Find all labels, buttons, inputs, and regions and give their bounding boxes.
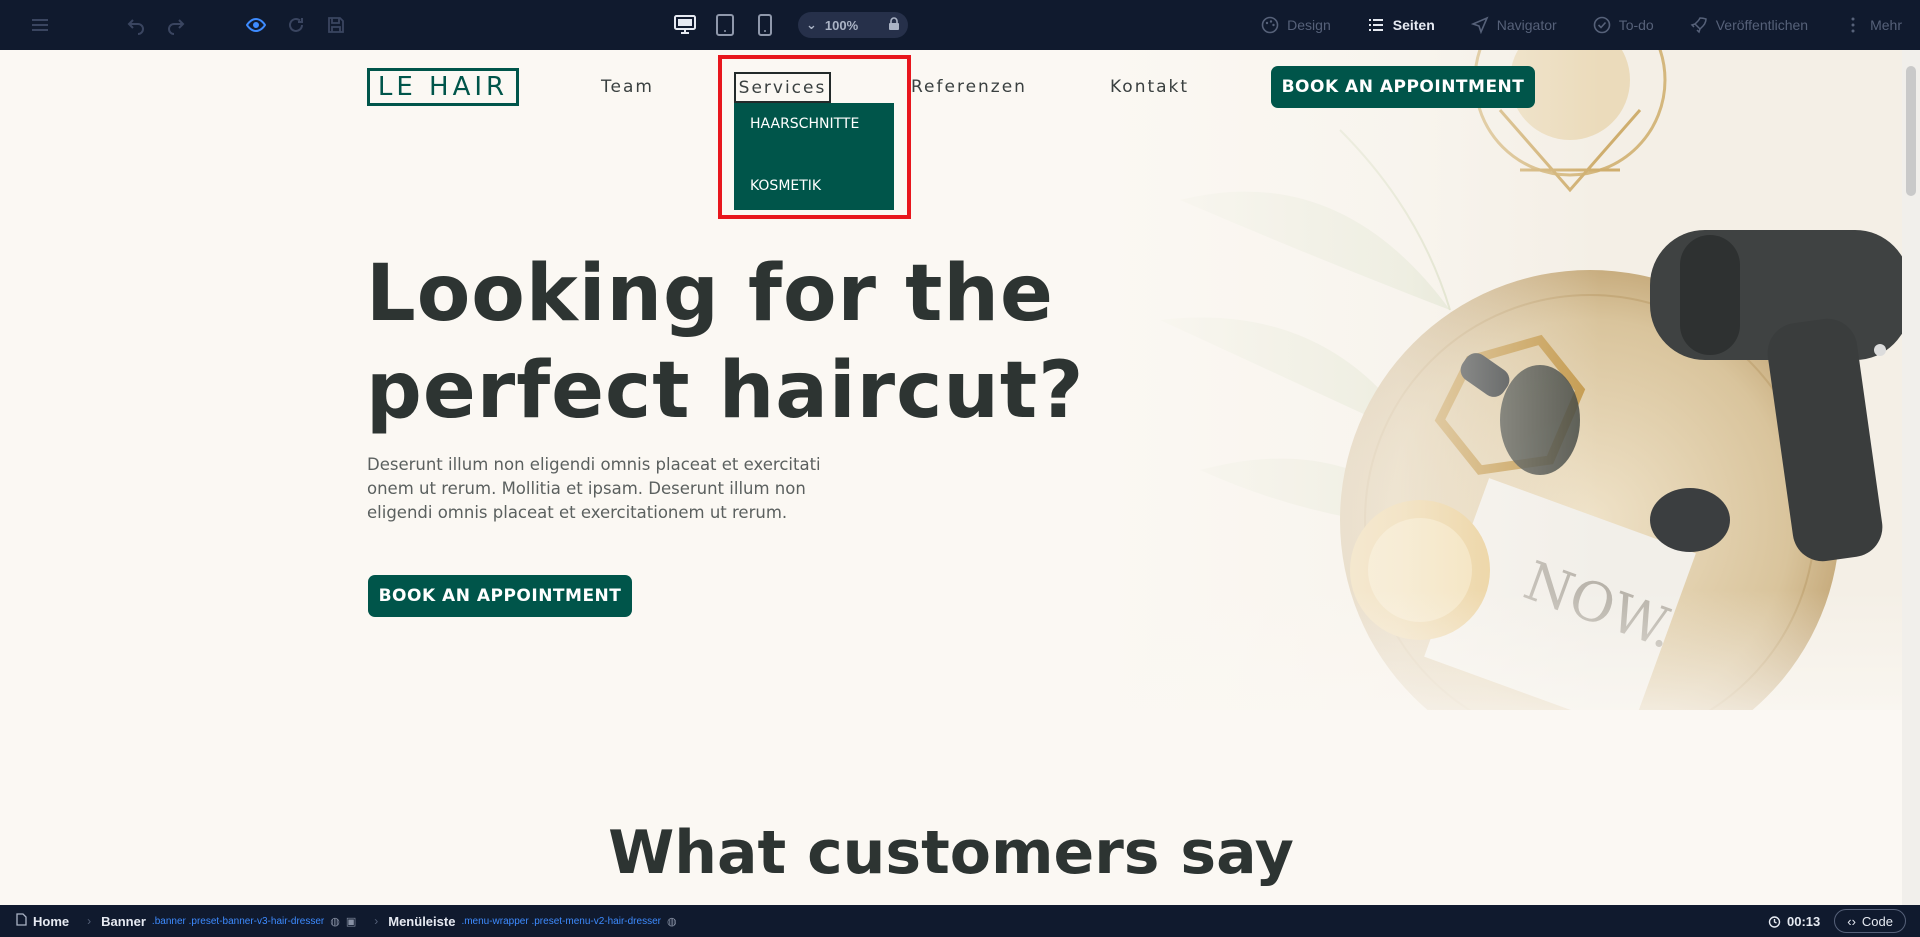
nav-referenzen[interactable]: Referenzen xyxy=(911,77,1027,97)
header-book-appointment-button[interactable]: BOOK AN APPOINTMENT xyxy=(1271,66,1535,108)
bottombar-right: 00:13 ‹› Code xyxy=(1768,909,1906,933)
testimonials-title: What customers say xyxy=(608,818,1294,888)
check-circle-icon xyxy=(1593,16,1610,34)
editor-app: ⌄ 100% Design Seiten Navigator To-do Ver… xyxy=(0,0,1920,937)
stopwatch-icon xyxy=(1768,915,1781,928)
device-switcher xyxy=(672,11,778,39)
mobile-view-icon[interactable] xyxy=(752,11,778,39)
style-icon[interactable]: ◍ xyxy=(330,915,340,928)
breadcrumb-banner-class: .banner .preset-banner-v3-hair-dresser xyxy=(151,915,325,927)
more-vertical-icon xyxy=(1851,17,1855,33)
tablet-view-icon[interactable] xyxy=(712,11,738,39)
code-icon: ‹› xyxy=(1847,913,1856,929)
hero-description: Deserunt illum non eligendi omnis placea… xyxy=(367,455,821,522)
site-logo[interactable]: LE HAIR xyxy=(367,68,519,106)
design-label: Design xyxy=(1287,17,1331,33)
page-icon xyxy=(16,913,27,929)
more-button[interactable]: Mehr xyxy=(1826,0,1920,50)
breadcrumb-home[interactable]: Home xyxy=(33,914,69,929)
hamburger-menu-icon[interactable] xyxy=(28,13,52,37)
chevron-right-icon: › xyxy=(87,914,92,928)
publish-label: Veröffentlichen xyxy=(1715,17,1809,33)
top-toolbar: ⌄ 100% Design Seiten Navigator To-do Ver… xyxy=(0,0,1920,50)
scrollbar-thumb[interactable] xyxy=(1906,66,1916,196)
navigator-button[interactable]: Navigator xyxy=(1453,0,1575,50)
timer-value: 00:13 xyxy=(1787,913,1821,929)
chevron-down-icon: ⌄ xyxy=(806,17,817,32)
breadcrumb-banner[interactable]: Banner xyxy=(101,914,146,929)
breadcrumb-bar: Home › Banner .banner .preset-banner-v3-… xyxy=(0,905,1920,937)
rocket-icon xyxy=(1690,17,1707,34)
hero-title: Looking for the perfect haircut? xyxy=(366,246,1086,440)
style-icon[interactable]: ◍ xyxy=(667,915,677,928)
design-button[interactable]: Design xyxy=(1243,0,1349,50)
toolbar-right: Design Seiten Navigator To-do Veröffentl… xyxy=(1243,0,1920,50)
save-icon[interactable] xyxy=(324,13,348,37)
navigation-icon xyxy=(1470,16,1489,34)
hero-title-line2: perfect haircut? xyxy=(366,346,1085,436)
session-timer: 00:13 xyxy=(1768,914,1820,929)
todo-button[interactable]: To-do xyxy=(1575,0,1672,50)
preview-eye-icon[interactable] xyxy=(244,13,268,37)
redo-icon[interactable] xyxy=(164,13,188,37)
website-canvas[interactable]: NOW. LE HAIR Team Services Referenzen Ko… xyxy=(0,50,1902,905)
seiten-button[interactable]: Seiten xyxy=(1349,0,1453,50)
todo-label: To-do xyxy=(1618,17,1654,33)
list-icon xyxy=(1368,19,1383,31)
navigator-label: Navigator xyxy=(1496,17,1557,33)
zoom-control[interactable]: ⌄ 100% xyxy=(798,12,908,38)
palette-icon xyxy=(1261,16,1279,34)
canvas-scrollbar[interactable] xyxy=(1902,50,1920,905)
desktop-view-icon[interactable] xyxy=(672,11,698,39)
nav-team[interactable]: Team xyxy=(601,77,654,97)
lock-icon[interactable] xyxy=(888,16,900,34)
code-button[interactable]: ‹› Code xyxy=(1834,909,1906,933)
hero-book-appointment-button[interactable]: BOOK AN APPOINTMENT xyxy=(368,575,632,617)
selection-highlight xyxy=(718,55,911,219)
refresh-icon[interactable] xyxy=(284,13,308,37)
more-label: Mehr xyxy=(1870,17,1902,33)
zoom-level: 100% xyxy=(824,17,859,33)
hero-image-fade-bottom xyxy=(1100,590,1902,750)
code-label: Code xyxy=(1861,913,1893,929)
nav-kontakt[interactable]: Kontakt xyxy=(1110,77,1189,97)
publish-button[interactable]: Veröffentlichen xyxy=(1672,0,1826,50)
chevron-right-icon: › xyxy=(374,914,379,928)
image-icon[interactable]: ▣ xyxy=(346,915,356,928)
breadcrumb: Home › Banner .banner .preset-banner-v3-… xyxy=(16,913,677,929)
hero-title-line1: Looking for the xyxy=(366,249,1054,339)
undo-icon[interactable] xyxy=(124,13,148,37)
seiten-label: Seiten xyxy=(1392,17,1435,33)
breadcrumb-menu[interactable]: Menüleiste xyxy=(388,914,455,929)
breadcrumb-menu-class: .menu-wrapper .preset-menu-v2-hair-dress… xyxy=(461,915,661,927)
